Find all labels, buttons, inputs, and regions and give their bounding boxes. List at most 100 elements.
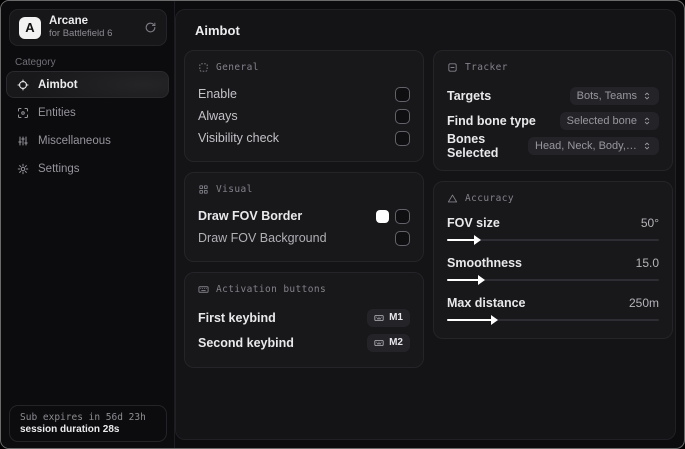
sidebar-item-entities[interactable]: Entities — [6, 99, 169, 126]
keybind-value: M2 — [389, 337, 403, 348]
bones-selected-dropdown[interactable]: Head, Neck, Body, Pe.. — [528, 136, 659, 155]
sidebar-item-label: Miscellaneous — [38, 134, 111, 147]
brand-name: Arcane — [49, 15, 88, 28]
setting-label: Find bone type — [447, 113, 536, 128]
fov-border-color-swatch[interactable] — [376, 209, 389, 223]
visual-card: Visual Draw FOV Border Draw FOV Backgrou… — [184, 172, 424, 262]
visibility-check-checkbox[interactable] — [395, 130, 410, 146]
tracker-card: Tracker Targets Bots, Teams Find bone ty… — [433, 50, 673, 171]
sliders-icon — [17, 135, 29, 147]
brand-card: A Arcane for Battlefield 6 — [9, 9, 167, 46]
slider-value: 250m — [628, 296, 659, 310]
smoothness-slider[interactable] — [447, 275, 659, 285]
fov-size-slider[interactable] — [447, 235, 659, 245]
grid-icon — [198, 184, 209, 195]
sidebar-item-miscellaneous[interactable]: Miscellaneous — [6, 127, 169, 154]
activation-card: Activation buttons First keybind M1 Seco… — [184, 272, 424, 368]
second-keybind-button[interactable]: M2 — [367, 333, 410, 352]
setting-row-second-keybind: Second keybind M2 — [198, 330, 410, 355]
main-panel: Aimbot General Enable Always Visibility … — [175, 9, 676, 440]
sidebar-item-aimbot[interactable]: Aimbot — [6, 71, 169, 98]
setting-row-enable: Enable — [198, 83, 410, 105]
setting-label: FOV size — [447, 216, 500, 230]
section-title: Tracker — [465, 62, 508, 73]
section-title: General — [216, 62, 259, 73]
chevrons-up-down-icon — [642, 141, 652, 151]
chevrons-up-down-icon — [642, 116, 652, 126]
sidebar-item-label: Settings — [38, 162, 80, 175]
setting-row-bones-selected: Bones Selected Head, Neck, Body, Pe.. — [447, 131, 659, 160]
slider-fill — [447, 279, 479, 281]
sidebar-item-settings[interactable]: Settings — [6, 155, 169, 182]
setting-row-fov-background: Draw FOV Background — [198, 227, 410, 249]
slider-thumb[interactable] — [473, 235, 481, 245]
sub-expiry-text: Sub expires in 56d 23h — [20, 412, 146, 423]
scan-eye-icon — [17, 107, 29, 119]
fov-border-checkbox[interactable] — [395, 208, 410, 224]
setting-label: Always — [198, 109, 238, 123]
enable-checkbox[interactable] — [395, 86, 410, 102]
slider-value: 15.0 — [635, 256, 659, 270]
section-title: Visual — [216, 184, 253, 195]
general-card: General Enable Always Visibility check — [184, 50, 424, 162]
keybind-value: M1 — [389, 312, 403, 323]
brand-logo: A — [19, 16, 41, 39]
keyboard-icon — [374, 313, 384, 323]
setting-row-targets: Targets Bots, Teams — [447, 83, 659, 108]
max-distance-slider[interactable] — [447, 315, 659, 325]
setting-label: First keybind — [198, 310, 276, 325]
first-keybind-button[interactable]: M1 — [367, 308, 410, 327]
sidebar: A Arcane for Battlefield 6 Category Aimb… — [1, 1, 175, 448]
subscription-card: Sub expires in 56d 23h session duration … — [9, 405, 167, 442]
fov-background-checkbox[interactable] — [395, 230, 410, 246]
setting-row-find-bone-type: Find bone type Selected bone — [447, 108, 659, 133]
setting-row-first-keybind: First keybind M1 — [198, 305, 410, 330]
slider-value: 50° — [640, 216, 659, 230]
slider-fill — [447, 319, 492, 321]
crosshair-icon — [17, 79, 29, 91]
slider-fill — [447, 239, 475, 241]
section-title: Accuracy — [465, 193, 514, 204]
chevrons-up-down-icon — [642, 91, 652, 101]
dashed-square-icon — [198, 62, 209, 73]
dropdown-value: Bots, Teams — [576, 89, 637, 102]
accuracy-card: Accuracy FOV size 50° Smoothness 15.0 Ma… — [433, 181, 673, 339]
session-duration-text: session duration 28s — [20, 424, 120, 435]
setting-label: Targets — [447, 88, 492, 103]
sidebar-nav: Aimbot Entities Miscellaneous Settings — [6, 71, 169, 183]
setting-label: Visibility check — [198, 131, 280, 145]
setting-label: Draw FOV Border — [198, 209, 303, 223]
slider-thumb[interactable] — [477, 275, 485, 285]
sidebar-item-label: Entities — [38, 106, 76, 119]
slider-group-fov-size: FOV size 50° — [447, 214, 659, 245]
targets-dropdown[interactable]: Bots, Teams — [569, 86, 659, 105]
setting-label: Smoothness — [447, 256, 523, 270]
triangle-icon — [447, 193, 458, 204]
dropdown-value: Selected bone — [566, 114, 637, 127]
sidebar-item-label: Aimbot — [38, 78, 78, 91]
setting-row-always: Always — [198, 105, 410, 127]
setting-label: Bones Selected — [447, 131, 499, 160]
dropdown-value: Head, Neck, Body, Pe.. — [535, 139, 637, 152]
section-title: Activation buttons — [216, 284, 327, 295]
gear-icon — [17, 163, 29, 175]
always-checkbox[interactable] — [395, 108, 410, 124]
slider-group-max-distance: Max distance 250m — [447, 294, 659, 325]
setting-row-fov-border: Draw FOV Border — [198, 205, 410, 227]
category-label: Category — [15, 57, 56, 68]
find-bone-type-dropdown[interactable]: Selected bone — [559, 111, 659, 130]
setting-label: Second keybind — [198, 335, 294, 350]
page-title: Aimbot — [195, 23, 240, 38]
setting-label: Enable — [198, 87, 237, 101]
setting-label: Draw FOV Background — [198, 231, 327, 245]
setting-label: Max distance — [447, 296, 526, 310]
slider-group-smoothness: Smoothness 15.0 — [447, 254, 659, 285]
keyboard-icon — [374, 338, 384, 348]
square-minus-icon — [447, 62, 458, 73]
keyboard-icon — [198, 284, 209, 295]
setting-row-visibility-check: Visibility check — [198, 127, 410, 149]
brand-subtitle: for Battlefield 6 — [49, 27, 113, 39]
slider-thumb[interactable] — [490, 315, 498, 325]
app-window: A Arcane for Battlefield 6 Category Aimb… — [0, 0, 685, 449]
refresh-icon[interactable] — [144, 21, 157, 34]
